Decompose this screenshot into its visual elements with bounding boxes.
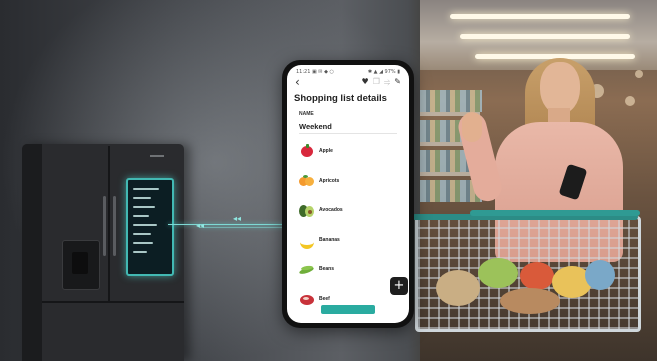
copy-icon[interactable]: ❐ — [373, 77, 380, 86]
list-item-label: Beans — [319, 266, 335, 272]
cart-groceries — [478, 258, 518, 288]
fridge-display-line — [133, 233, 151, 235]
fridge-door-split — [108, 146, 110, 301]
page-title: Shopping list details — [294, 93, 387, 104]
fridge-display-line — [133, 242, 153, 244]
list-item[interactable]: Bananas — [299, 231, 399, 261]
fridge-display-line — [133, 224, 157, 226]
shopper-face — [540, 62, 580, 114]
fridge-handle — [113, 196, 116, 256]
fridge-display-line — [133, 215, 149, 217]
beans-icon — [298, 262, 315, 276]
shelf-products — [420, 90, 482, 112]
fridge-brand-mark — [150, 155, 164, 157]
sync-arrow-icon: ◂◂ — [233, 214, 242, 223]
list-item-label: Beef — [319, 295, 330, 302]
fridge-display-line — [133, 251, 147, 253]
fridge-display-line — [133, 206, 155, 208]
cart-groceries — [520, 262, 554, 290]
cart-groceries — [585, 260, 615, 290]
name-label: NAME — [299, 111, 314, 117]
fridge-handle — [103, 196, 106, 256]
list-item-label: Bananas — [319, 236, 340, 243]
status-bar: 11:21 ▣ ✉ ◆ ○ ✱ ▲ ◢ 97% ▮ — [296, 69, 400, 77]
list-item[interactable]: Avocados — [299, 201, 399, 231]
list-name-field[interactable]: Weekend — [299, 122, 332, 131]
bokeh-light — [635, 70, 643, 78]
list-item[interactable]: Apricots — [299, 172, 399, 202]
list-item[interactable]: Beans — [298, 260, 399, 290]
banana-icon — [299, 233, 315, 249]
apricot-icon — [299, 174, 315, 188]
ceiling-light — [450, 14, 630, 19]
list-item-label: Avocados — [319, 207, 343, 213]
status-left: 11:21 ▣ ✉ ◆ ○ — [296, 69, 334, 75]
cart-groceries — [436, 270, 480, 306]
add-item-button[interactable]: + — [390, 277, 408, 295]
sync-connector-line — [168, 224, 290, 225]
fridge-display-line — [133, 197, 151, 199]
shopping-list: Apple Apricots Avocados Bananas Beans Be… — [298, 142, 399, 319]
save-button[interactable] — [321, 305, 375, 314]
beef-icon — [299, 292, 315, 306]
shopper-hand — [462, 112, 482, 142]
sync-connector-line — [200, 227, 290, 228]
toolbar-actions: ♥ ❐ ⥤ ✎ — [358, 77, 401, 87]
bokeh-light — [625, 96, 635, 106]
heart-icon[interactable]: ♥ — [362, 77, 369, 86]
app-toolbar: ‹ ♥ ❐ ⥤ ✎ — [295, 75, 401, 89]
sync-arrow-icon: ◂◂ — [196, 221, 205, 230]
apple-icon — [299, 144, 315, 158]
fridge-drawer-split — [42, 301, 184, 303]
list-item-label: Apple — [319, 148, 333, 154]
status-right: ✱ ▲ ◢ 97% ▮ — [367, 69, 400, 75]
share-icon[interactable]: ⥤ — [384, 77, 390, 86]
promo-scene: ◂◂ ◂◂ 11:21 ▣ ✉ ◆ ○ ✱ ▲ ◢ 97% ▮ ‹ ♥ ❐ ⥤ ✎ S… — [0, 0, 657, 361]
ceiling-light — [460, 34, 630, 39]
list-item-label: Apricots — [319, 177, 340, 184]
fridge-side — [22, 144, 42, 361]
cart-handle — [470, 210, 640, 216]
edit-icon[interactable]: ✎ — [394, 77, 401, 86]
list-item[interactable]: Apple — [299, 142, 399, 172]
divider — [299, 133, 397, 134]
avocado-icon — [299, 203, 315, 217]
chevron-left-icon[interactable]: ‹ — [295, 75, 300, 89]
fridge-display — [126, 178, 174, 276]
fridge-display-line — [133, 188, 159, 190]
cart-groceries — [500, 288, 560, 314]
dispenser-slot — [72, 252, 88, 274]
